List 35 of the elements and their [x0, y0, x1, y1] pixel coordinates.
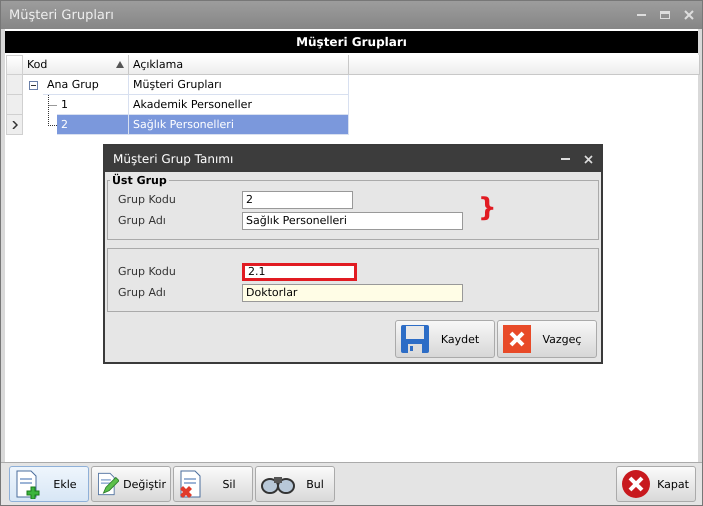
toolbar-button[interactable]: Ekle: [9, 466, 89, 502]
header-title: Müşteri Grupları: [5, 31, 698, 53]
field-label: Grup Adı: [118, 286, 167, 299]
toolbar-button[interactable]: Bul: [255, 466, 335, 502]
table-cell[interactable]: Müşteri Grupları: [129, 75, 349, 95]
table-cell[interactable]: 1: [57, 95, 129, 115]
dialog-title: Müşteri Grup Tanımı: [113, 152, 234, 166]
column-header[interactable]: Açıklama: [129, 55, 349, 75]
row-indicator[interactable]: [6, 115, 23, 135]
header-corner: [6, 55, 23, 75]
minimize-icon[interactable]: [561, 157, 570, 161]
close-icon: [621, 469, 651, 499]
group-legend: Üst Grup: [110, 174, 169, 187]
add-document-icon: [14, 469, 42, 499]
toolbar-button[interactable]: Değiştir: [91, 466, 171, 502]
field-label: Grup Kodu: [118, 265, 177, 278]
input-field[interactable]: 2: [242, 190, 353, 208]
save-button[interactable]: Kaydet: [395, 320, 495, 358]
brace-marker: }: [478, 195, 497, 221]
input-field[interactable]: Doktorlar: [242, 284, 463, 302]
column-header[interactable]: Kod: [23, 55, 129, 75]
input-field[interactable]: Sağlık Personelleri: [242, 212, 463, 230]
input-field[interactable]: 2.1: [242, 262, 357, 280]
table-cell[interactable]: Ana Grup: [43, 75, 129, 95]
cancel-button[interactable]: Vazgeç: [497, 320, 597, 358]
window-title: Müşteri Grupları: [9, 8, 115, 22]
maximize-icon[interactable]: [660, 11, 670, 19]
close-button[interactable]: Kapat: [616, 466, 696, 502]
field-label: Grup Kodu: [118, 193, 177, 206]
close-icon[interactable]: [584, 154, 593, 164]
field-label: Grup Adı: [118, 214, 167, 227]
close-icon: [502, 324, 532, 354]
toolbar-button[interactable]: Sil: [173, 466, 253, 502]
collapse-icon[interactable]: [28, 80, 38, 90]
table-cell[interactable]: Akademik Personeller: [129, 95, 349, 115]
